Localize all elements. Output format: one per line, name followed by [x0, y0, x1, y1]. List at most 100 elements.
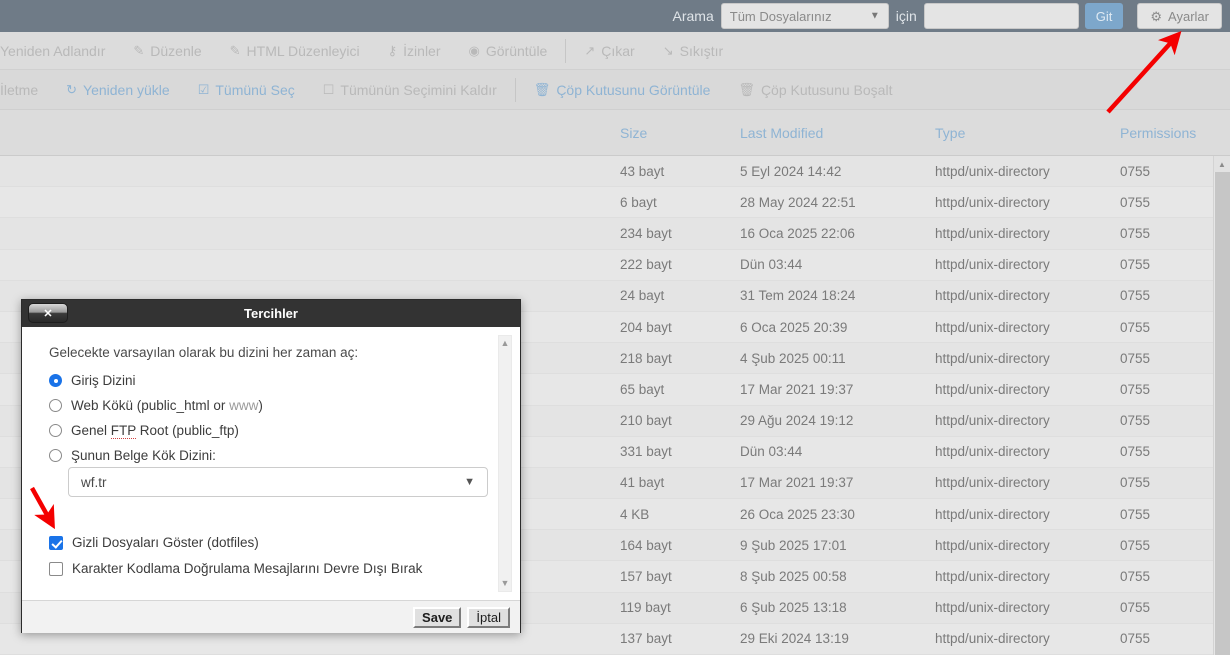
checkbox-label: Karakter Kodlama Doğrulama Mesajlarını D…	[72, 561, 423, 576]
column-header-permissions[interactable]: Permissions	[1120, 125, 1215, 141]
file-list-scrollbar[interactable]: ▲	[1213, 156, 1230, 655]
table-row[interactable]: 234 bayt 16 Oca 2025 22:06 httpd/unix-dire…	[0, 218, 1230, 250]
radio-web-root[interactable]	[49, 399, 62, 412]
pencil-icon: ✎	[133, 43, 145, 58]
column-header-type[interactable]: Type	[935, 125, 1120, 141]
checkbox-row-disable-charset-messages[interactable]: Karakter Kodlama Doğrulama Mesajlarını D…	[49, 561, 494, 576]
radio-document-root[interactable]	[49, 449, 62, 462]
for-label: için	[895, 8, 917, 24]
table-row[interactable]: 43 bayt 5 Eyl 2024 14:42 httpd/unix-direct…	[0, 156, 1230, 188]
file-permissions-cell: 0755	[1120, 475, 1151, 491]
file-size-cell: 218 bayt	[620, 350, 672, 366]
table-row[interactable]: 6 bayt 28 May 2024 22:51 httpd/unix-direct…	[0, 187, 1230, 219]
radio-home-directory[interactable]	[49, 374, 62, 387]
dialog-scrollbar[interactable]: ▲ ▼	[498, 335, 512, 592]
toolbar-item-label: İzinler	[403, 42, 441, 59]
scrollbar-thumb[interactable]	[1215, 172, 1230, 655]
file-permissions-cell: 0755	[1120, 319, 1151, 335]
top-search-bar: Arama Tüm Dosyalarınız ▼ için Git ⚙ Ayar…	[0, 0, 1230, 32]
radio-row-home-directory[interactable]: Giriş Dizini	[49, 373, 494, 388]
file-type-cell: httpd/unix-directory	[935, 537, 1050, 553]
file-size-cell: 41 bayt	[620, 475, 665, 491]
file-permissions-cell: 0755	[1120, 506, 1151, 522]
radio-public-ftp-root[interactable]	[49, 424, 62, 437]
refresh-icon: ↻	[66, 82, 78, 97]
file-size-cell: 157 bayt	[620, 569, 672, 585]
toolbar-item-empty-trash[interactable]: 🗑 Çöp Kutusunu Boşalt	[724, 70, 906, 109]
file-modified-cell: 6 Oca 2025 20:39	[740, 319, 848, 335]
toolbar-item-forward[interactable]: İletme	[0, 70, 52, 109]
eye-icon: ◉	[468, 43, 480, 58]
radio-row-web-root[interactable]: Web Kökü (public_html or www)	[49, 398, 494, 413]
toolbar-item-label: Düzenle	[150, 42, 202, 59]
file-modified-cell: 29 Ağu 2024 19:12	[740, 413, 854, 429]
search-scope-select[interactable]: Tüm Dosyalarınız ▼	[720, 3, 889, 29]
file-type-cell: httpd/unix-directory	[935, 350, 1050, 366]
trash-icon: 🗑	[533, 82, 551, 97]
column-header-size[interactable]: Size	[620, 125, 740, 141]
file-modified-cell: 4 Şub 2025 00:11	[740, 350, 846, 366]
file-modified-cell: Dün 03:44	[740, 257, 803, 273]
file-size-cell: 6 bayt	[620, 194, 657, 210]
toolbar-item-reload[interactable]: ↻ Yeniden yükle	[52, 70, 184, 109]
cancel-button[interactable]: İptal	[467, 606, 510, 628]
settings-button[interactable]: ⚙ Ayarlar	[1137, 3, 1222, 29]
checkbox-show-hidden-files[interactable]	[49, 535, 63, 550]
toolbar-item-permissions[interactable]: ⚷ İzinler	[374, 32, 455, 69]
file-type-cell: httpd/unix-directory	[935, 163, 1050, 179]
dialog-hint: Gelecekte varsayılan olarak bu dizini he…	[49, 345, 359, 360]
file-modified-cell: 31 Tem 2024 18:24	[740, 288, 856, 304]
checkbox-disable-charset-messages[interactable]	[49, 561, 63, 576]
toolbar-item-label: Sıkıştır	[679, 42, 724, 59]
toolbar-item-compress[interactable]: ↘ Sıkıştır	[649, 32, 737, 69]
toolbar-item-select-all[interactable]: ☑ Tümünü Seç	[184, 70, 309, 109]
file-size-cell: 331 bayt	[620, 444, 672, 460]
dialog-body: Gelecekte varsayılan olarak bu dizini he…	[22, 327, 520, 601]
toolbar-item-label: Çıkar	[601, 42, 635, 59]
table-row[interactable]: 222 bayt Dün 03:44 httpd/unix-directory 075…	[0, 249, 1230, 281]
file-manager-window: Arama Tüm Dosyalarınız ▼ için Git ⚙ Ayar…	[0, 0, 1230, 655]
file-modified-cell: 29 Eki 2024 13:19	[740, 631, 849, 647]
search-label: Arama	[672, 8, 714, 24]
file-type-cell: httpd/unix-directory	[935, 413, 1050, 429]
file-type-cell: httpd/unix-directory	[935, 288, 1050, 304]
toolbar-item-unselect-all[interactable]: ☐ Tümünün Seçimini Kaldır	[309, 70, 511, 109]
document-root-select[interactable]: wf.tr ▼	[68, 467, 488, 497]
toolbar-item-edit[interactable]: ✎ Düzenle	[119, 32, 215, 69]
radio-label: Giriş Dizini	[71, 373, 136, 388]
extract-icon: ↗	[584, 43, 596, 58]
toolbar-item-label: Çöp Kutusunu Boşalt	[760, 81, 893, 98]
column-header-name[interactable]: Name	[0, 125, 620, 141]
toolbar-item-label: İletme	[0, 81, 39, 98]
dialog-spacer	[49, 497, 494, 535]
toolbar-item-view-trash[interactable]: 🗑 Çöp Kutusunu Görüntüle	[520, 70, 725, 109]
dialog-footer: Save İptal	[22, 601, 520, 633]
trash-icon: 🗑	[738, 82, 755, 97]
compress-icon: ↘	[662, 43, 674, 58]
toolbar-item-label: HTML Düzenleyici	[246, 42, 360, 59]
close-icon[interactable]: ✕	[28, 303, 68, 323]
key-icon: ⚷	[387, 43, 398, 58]
scroll-up-icon[interactable]: ▲	[1214, 156, 1230, 172]
file-type-cell: httpd/unix-directory	[935, 600, 1050, 616]
radio-label: Şunun Belge Kök Dizini:	[71, 448, 216, 463]
file-size-cell: 24 bayt	[620, 288, 665, 304]
search-input[interactable]	[923, 3, 1079, 29]
dialog-title-bar: ✕ Tercihler	[22, 300, 520, 327]
toolbar-item-view[interactable]: ◉ Görüntüle	[455, 32, 562, 69]
radio-row-public-ftp-root[interactable]: Genel FTP Root (public_ftp)	[49, 423, 494, 439]
go-button[interactable]: Git	[1084, 3, 1124, 29]
scroll-up-icon[interactable]: ▲	[501, 339, 510, 348]
save-button[interactable]: Save	[413, 606, 462, 628]
radio-row-document-root[interactable]: Şunun Belge Kök Dizini:	[49, 448, 494, 463]
column-header-last-modified[interactable]: Last Modified	[740, 125, 935, 141]
scroll-down-icon[interactable]: ▼	[501, 579, 510, 588]
toolbar-item-html-editor[interactable]: ✎ HTML Düzenleyici	[216, 32, 374, 69]
html-editor-icon: ✎	[229, 43, 241, 58]
checkbox-row-show-hidden[interactable]: Gizli Dosyaları Göster (dotfiles)	[49, 535, 494, 550]
toolbar-item-extract[interactable]: ↗ Çıkar	[570, 32, 648, 69]
selection-toolbar: İletme ↻ Yeniden yükle ☑ Tümünü Seç ☐ Tü…	[0, 70, 1230, 110]
toolbar-item-rename[interactable]: Yeniden Adlandır	[0, 32, 119, 69]
file-modified-cell: 6 Şub 2025 13:18	[740, 600, 847, 616]
file-modified-cell: 16 Oca 2025 22:06	[740, 225, 855, 241]
